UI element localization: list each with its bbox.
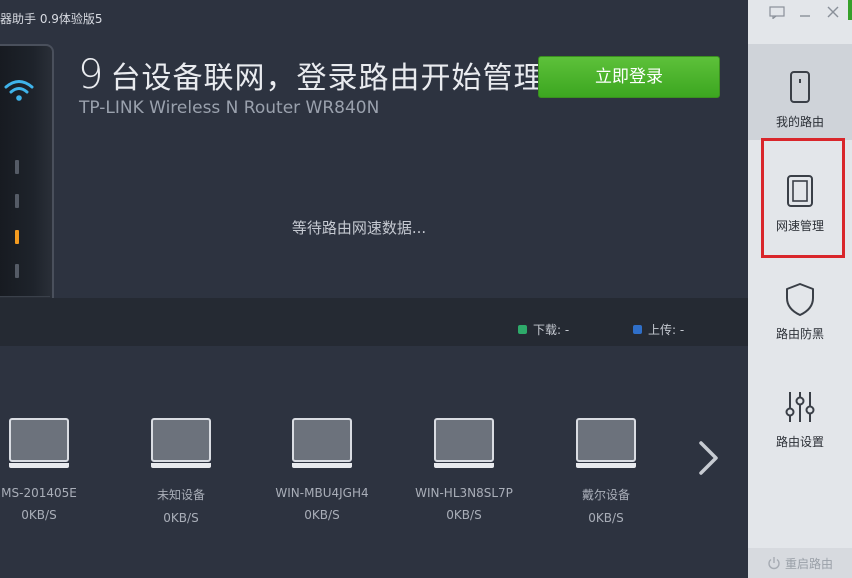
nav-label: 网速管理 — [775, 219, 824, 233]
page-title: 9 台设备联网，登录路由开始管理 — [78, 52, 544, 98]
nav-my-router[interactable]: 我的路由 — [748, 44, 852, 140]
nav-label: 路由设置 — [775, 435, 824, 449]
nav-label: 路由防黑 — [775, 327, 824, 341]
device-name: 戴尔设备 — [581, 488, 630, 502]
main-panel: 器助手 0.9体验版5 9 台设备联网，登录路由开始管理 TP-LINK Wire… — [0, 0, 748, 578]
device-item[interactable]: MS-201405E 0KB/S — [0, 418, 94, 522]
device-item[interactable]: WIN-HL3N8SL7P 0KB/S — [409, 418, 519, 522]
nav-router-settings[interactable]: 路由设置 — [748, 364, 852, 460]
speed-legend-bar: 下载: - 上传: - — [0, 298, 748, 346]
tablet-icon — [787, 175, 813, 207]
device-name: WIN-MBU4JGH4 — [275, 486, 369, 500]
accent-strip — [848, 0, 852, 20]
nav-label: 我的路由 — [775, 115, 824, 129]
sliders-icon — [785, 392, 815, 422]
login-button[interactable]: 立即登录 — [538, 56, 720, 98]
download-swatch — [518, 325, 527, 334]
device-list: MS-201405E 0KB/S 未知设备 0KB/S WIN-MBU4JGH4… — [0, 346, 748, 578]
router-led — [15, 160, 19, 174]
window-title: 器助手 0.9体验版5 — [0, 12, 103, 26]
headline-text: 台设备联网，登录路由开始管理 — [110, 61, 545, 96]
reboot-button[interactable]: 重启路由 — [748, 548, 852, 578]
shield-icon — [786, 283, 814, 316]
sidebar: 我的路由 网速管理 路由防黑 路由设置 重启路由 — [748, 0, 852, 578]
device-speed: 0KB/S — [163, 511, 199, 525]
device-speed: 0KB/S — [304, 508, 340, 522]
nav-speed-management[interactable]: 网速管理 — [748, 148, 852, 244]
device-speed: 0KB/S — [446, 508, 482, 522]
device-speed: 0KB/S — [21, 508, 57, 522]
upload-legend: 上传: - — [633, 321, 684, 338]
device-name: WIN-HL3N8SL7P — [415, 486, 513, 500]
feedback-icon[interactable] — [768, 4, 786, 20]
monitor-icon — [292, 418, 352, 468]
chevron-right-icon[interactable] — [696, 440, 722, 476]
reboot-label: 重启路由 — [784, 556, 833, 571]
upload-label: 上传: - — [648, 323, 685, 337]
device-item[interactable]: WIN-MBU4JGH4 0KB/S — [267, 418, 377, 522]
device-item[interactable]: 未知设备 0KB/S — [126, 418, 236, 525]
device-name: 未知设备 — [156, 488, 205, 502]
router-led — [15, 264, 19, 278]
device-name: MS-201405E — [1, 486, 77, 500]
phone-icon — [790, 71, 810, 103]
monitor-icon — [9, 418, 69, 468]
router-led — [15, 194, 19, 208]
monitor-icon — [576, 418, 636, 468]
power-icon — [768, 557, 780, 570]
wifi-icon — [4, 80, 34, 101]
download-label: 下载: - — [533, 323, 570, 337]
monitor-icon — [151, 418, 211, 468]
close-icon[interactable] — [824, 4, 842, 20]
nav-router-security[interactable]: 路由防黑 — [748, 256, 852, 352]
device-item[interactable]: 戴尔设备 0KB/S — [551, 418, 661, 525]
device-count: 9 — [78, 52, 105, 98]
minimize-icon[interactable] — [796, 4, 814, 20]
download-legend: 下载: - — [518, 321, 569, 338]
window-controls — [768, 4, 842, 20]
status-message: 等待路由网速数据... — [0, 217, 748, 238]
router-model: TP-LINK Wireless N Router WR840N — [79, 98, 380, 118]
device-speed: 0KB/S — [588, 511, 624, 525]
upload-swatch — [633, 325, 642, 334]
status-text: 等待路由网速数据... — [291, 219, 427, 237]
monitor-icon — [434, 418, 494, 468]
